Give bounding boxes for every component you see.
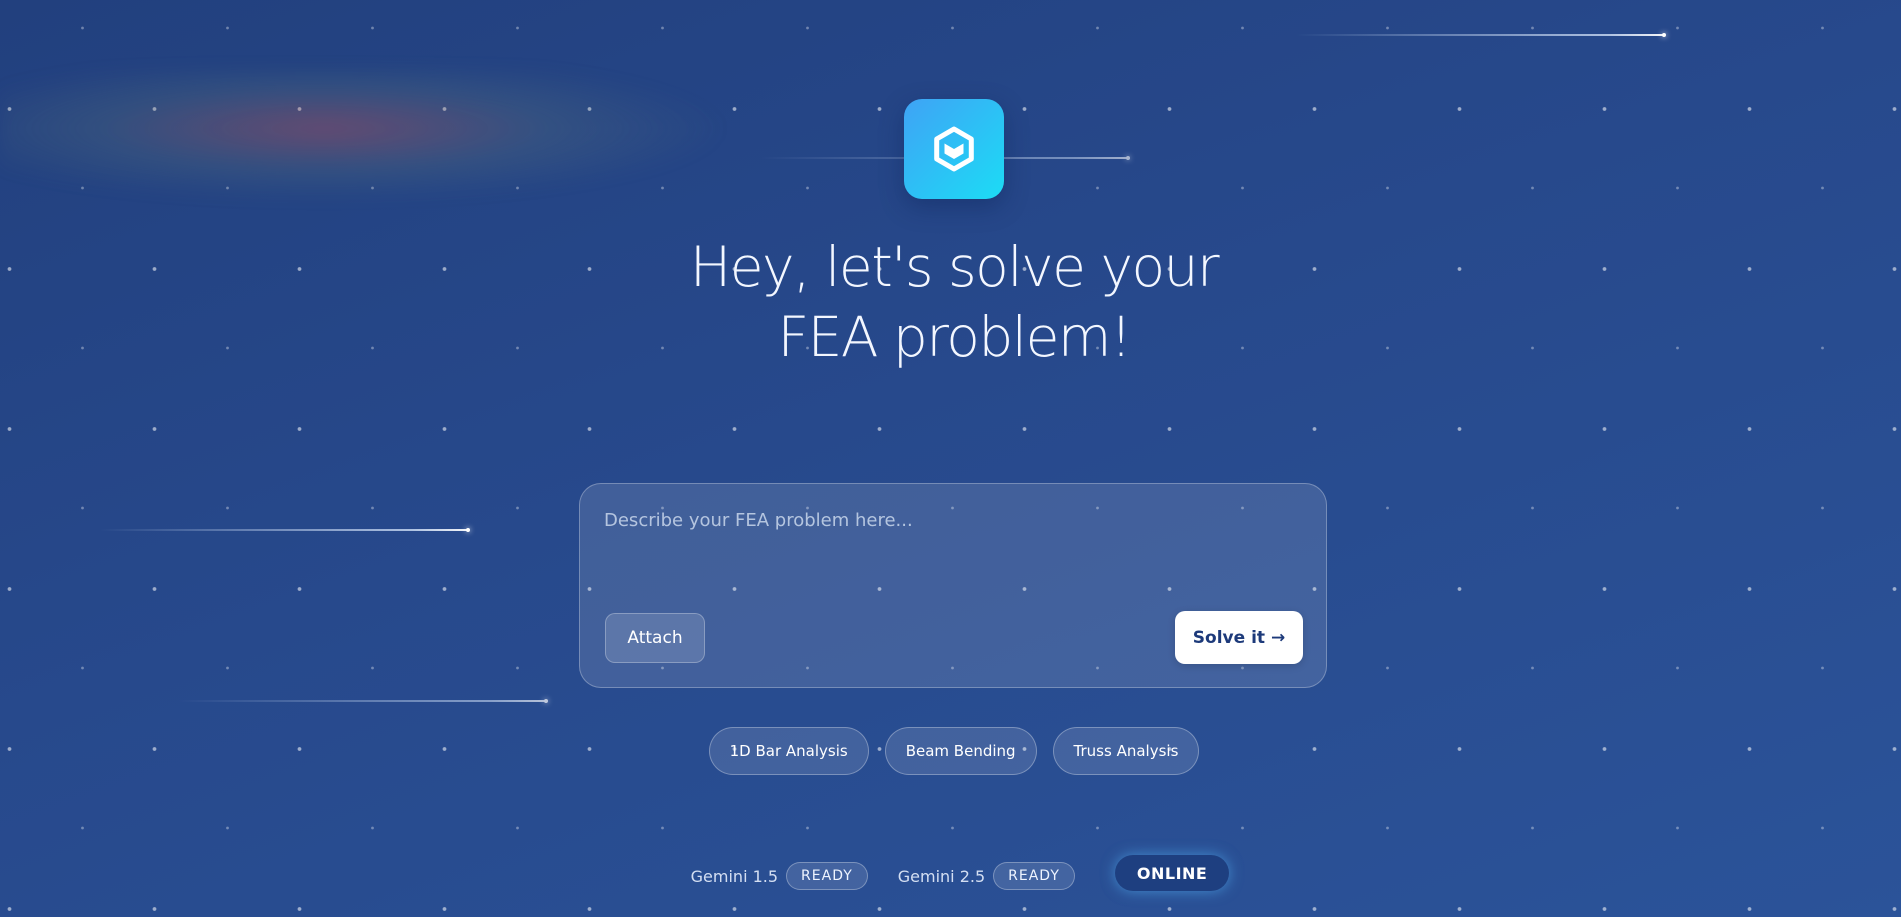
page-title: Hey, let's solve your FEA problem! (600, 232, 1308, 372)
page-title-line-2: FEA problem! (777, 305, 1132, 369)
suggestion-chip-beam-bending[interactable]: Beam Bending (884, 727, 1037, 775)
app-logo (904, 99, 1004, 199)
attach-button-label: Attach (627, 628, 683, 648)
suggestion-chip-truss-analysis[interactable]: Truss Analysis (1052, 727, 1200, 775)
model-name-gemini-2-5: Gemini 2.5 (897, 866, 986, 886)
solve-button-label: Solve it → (1192, 627, 1286, 648)
page-title-line-1: Hey, let's solve your (689, 235, 1220, 299)
status-badge-gemini-2-5: READY (993, 862, 1075, 890)
solve-button[interactable]: Solve it → (1175, 611, 1303, 664)
model-name-gemini-1-5: Gemini 1.5 (690, 866, 779, 886)
online-status-badge: ONLINE (1114, 855, 1230, 891)
suggestion-chip-1d-bar-analysis[interactable]: 1D Bar Analysis (708, 727, 869, 775)
problem-input[interactable] (602, 508, 1306, 582)
nebula-glow (0, 70, 720, 200)
model-status-bar: Gemini 1.5 READY Gemini 2.5 READY ONLINE (660, 855, 1260, 896)
suggestion-chips: 1D Bar Analysis Beam Bending Truss Analy… (708, 727, 1200, 775)
problem-composer: Attach Solve it → (579, 483, 1327, 688)
shooting-star (178, 699, 548, 703)
status-badge-gemini-1-5: READY (786, 862, 868, 890)
hexagon-cube-icon (934, 126, 974, 172)
shooting-star (100, 528, 470, 532)
attach-button[interactable]: Attach (605, 613, 705, 663)
shooting-star (1296, 33, 1666, 37)
